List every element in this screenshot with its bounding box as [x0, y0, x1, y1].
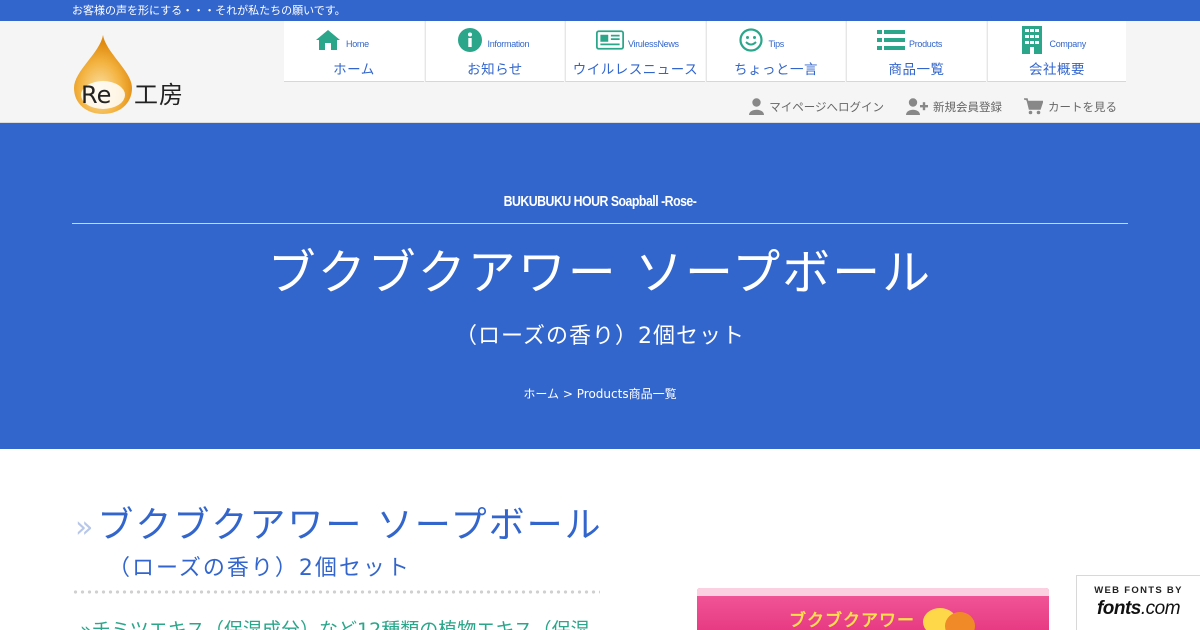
site-logo[interactable]: Re 工房: [72, 33, 202, 117]
breadcrumb-separator: >: [559, 387, 577, 401]
page-subtitle: （ローズの香り）2個セット: [455, 324, 745, 349]
webfonts-brand-b: .com: [1140, 598, 1181, 619]
mypage-login-label: マイページへログイン: [769, 99, 884, 114]
nav-en-label: Company: [1049, 39, 1087, 49]
heading-quote-mark: »: [75, 510, 96, 545]
dotted-divider: [72, 589, 600, 595]
nav-item-tips[interactable]: Tips ちょっと一言: [705, 21, 846, 82]
webfonts-badge-brand: fonts.com: [1077, 598, 1200, 620]
breadcrumb-products-link[interactable]: Products商品一覧: [577, 387, 677, 401]
nav-ja-label: ウイルレスニュース: [572, 62, 699, 78]
nav-item-information[interactable]: Information お知らせ: [424, 21, 565, 82]
product-heading: »ブクブクアワー ソープボール: [75, 496, 603, 548]
webfonts-badge[interactable]: WEB FONTS BY fonts.com: [1076, 575, 1200, 630]
nav-ja-label: ちょっと一言: [733, 62, 818, 78]
page-title: ブクブクアワー ソープボール: [267, 245, 933, 301]
mascot-shape-secondary: [945, 612, 975, 630]
logo-kobo-text: 工房: [134, 81, 184, 109]
register-link[interactable]: 新規会員登録: [906, 98, 1002, 115]
cart-label: カートを見る: [1048, 99, 1117, 114]
register-label: 新規会員登録: [933, 99, 1002, 114]
breadcrumb: ホーム > Products商品一覧: [0, 385, 1200, 402]
product-image-edge: [697, 588, 1049, 596]
nav-item-products[interactable]: Products 商品一覧: [846, 21, 986, 82]
breadcrumb-home-link[interactable]: ホーム: [523, 387, 559, 401]
nav-en-label: Information: [487, 39, 530, 49]
nav-ja-label: ホーム: [333, 62, 375, 78]
product-description-line: »チミツエキス（保湿成分）など12種類の植物エキス（保湿: [80, 619, 590, 630]
user-plus-icon: [906, 98, 928, 115]
product-image[interactable]: ブクブクアワー: [697, 588, 1049, 630]
newspaper-icon: [596, 27, 624, 53]
building-icon: [1018, 26, 1046, 54]
smile-icon: [737, 27, 765, 53]
nav-en-label: Home: [346, 39, 369, 49]
webfonts-brand-a: fonts: [1096, 598, 1141, 619]
nav-en-label: VirulessNews: [628, 39, 679, 49]
top-tagline-bar: お客様の声を形にする・・・それが私たちの願いです。: [0, 0, 1200, 21]
cart-icon: [1024, 98, 1043, 115]
nav-item-viruless-news[interactable]: VirulessNews ウイルレスニュース: [565, 21, 705, 82]
page-hero: BUKUBUKU HOUR Soapball -Rose- ブクブクアワー ソー…: [0, 123, 1200, 449]
product-heading-text: ブクブクアワー ソープボール: [97, 505, 603, 546]
tagline: お客様の声を形にする・・・それが私たちの願いです。: [72, 4, 346, 17]
cart-link[interactable]: カートを見る: [1024, 98, 1117, 115]
list-icon: [877, 27, 905, 53]
nav-ja-label: 商品一覧: [888, 62, 945, 78]
nav-en-label: Tips: [768, 39, 785, 49]
home-icon: [314, 27, 342, 53]
nav-ja-label: 会社概要: [1028, 62, 1085, 78]
info-icon: [456, 27, 484, 53]
site-header: Re 工房 Home ホーム Information お知らせ Viruless…: [0, 21, 1200, 123]
user-icon: [749, 98, 765, 115]
user-nav: マイページへログイン 新規会員登録 カートを見る: [749, 98, 1117, 115]
product-subheading: （ローズの香り）2個セット: [108, 556, 411, 581]
hero-divider: [72, 223, 1128, 224]
product-image-label: ブクブクアワー: [789, 611, 915, 630]
webfonts-badge-caption: WEB FONTS BY: [1094, 585, 1183, 596]
hero-english-title: BUKUBUKU HOUR Soapball -Rose-: [503, 193, 697, 210]
nav-en-label: Products: [909, 39, 943, 49]
main-nav: Home ホーム Information お知らせ VirulessNews ウ…: [284, 21, 1127, 82]
mypage-login-link[interactable]: マイページへログイン: [749, 98, 884, 115]
nav-item-company[interactable]: Company 会社概要: [986, 21, 1127, 82]
nav-item-home[interactable]: Home ホーム: [284, 21, 424, 82]
nav-ja-label: お知らせ: [467, 62, 523, 78]
logo-re-text: Re: [81, 81, 112, 109]
